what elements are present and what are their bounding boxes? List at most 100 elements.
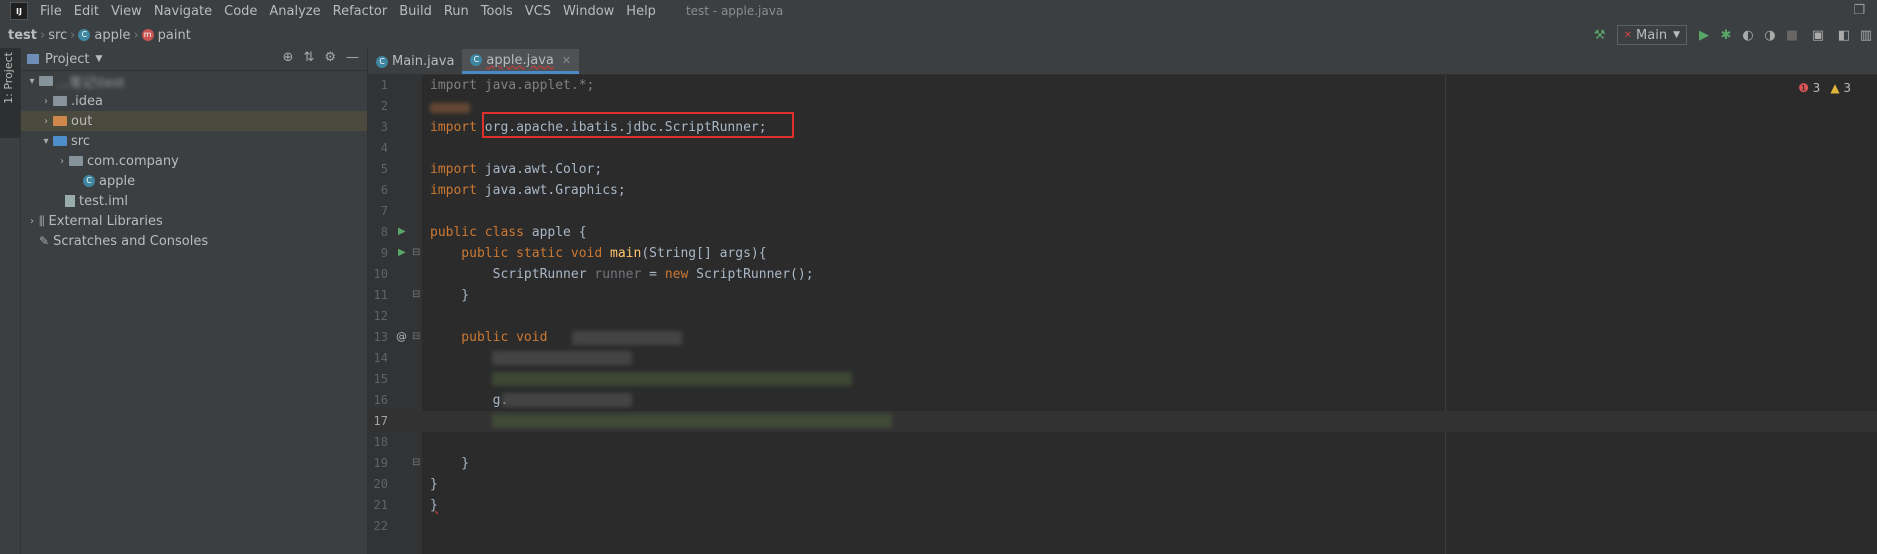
chevron-down-icon[interactable]: ▾: [39, 136, 53, 147]
chevron-down-icon[interactable]: ▼: [95, 54, 102, 64]
close-icon[interactable]: ✕: [562, 54, 571, 67]
main-toolbar: ⚒ ✕ Main ▼ ▶ ✱ ◐ ◑ ■ ▣ ◧ ▥: [1589, 22, 1877, 48]
menu-refactor[interactable]: Refactor: [327, 4, 394, 19]
tab-apple-java[interactable]: C apple.java ✕: [462, 49, 580, 74]
warning-count[interactable]: ▲ 3: [1830, 81, 1851, 95]
coverage-icon[interactable]: ◐: [1737, 24, 1759, 46]
tab-main-java[interactable]: C Main.java: [368, 49, 462, 74]
menu-tools[interactable]: Tools: [475, 4, 519, 19]
menu-window[interactable]: Window: [557, 4, 620, 19]
project-panel-header: Project ▼ ⊕ ⇅ ⚙ —: [21, 48, 367, 71]
line-number: 3: [380, 120, 388, 134]
code-text: (String[] args){: [641, 246, 767, 261]
sidebar-toggle-icon[interactable]: ▥: [1855, 24, 1877, 46]
tree-item-project-root[interactable]: ▾ ...笔记\test: [21, 71, 367, 91]
blurred-code: [430, 103, 470, 113]
caret-line: [422, 411, 1877, 432]
override-at-icon[interactable]: @: [396, 330, 407, 343]
tree-item-package[interactable]: › com.company: [21, 151, 367, 171]
breadcrumb-class[interactable]: apple: [94, 28, 130, 43]
breadcrumb-src[interactable]: src: [48, 28, 67, 43]
keyword: public class: [430, 225, 524, 240]
library-icon: ⫼: [39, 213, 45, 228]
chevron-right-icon[interactable]: ›: [39, 116, 53, 127]
editor-area: C Main.java C apple.java ✕ 1 2 3 4 5 6 7…: [368, 48, 1877, 554]
code-line: import java.awt.Graphics;: [430, 180, 626, 201]
line-number: 19: [373, 456, 388, 470]
chevron-right-icon: ›: [70, 27, 76, 43]
keyword: new: [664, 267, 689, 282]
tree-item-out[interactable]: › out: [21, 111, 367, 131]
menu-code[interactable]: Code: [218, 4, 263, 19]
collapse-all-icon[interactable]: ⇅: [303, 50, 314, 65]
project-tool-tab[interactable]: 1: Project: [0, 48, 20, 138]
code-line: g.: [430, 393, 509, 408]
tab-label: Main.java: [392, 54, 455, 69]
line-number: 7: [380, 204, 388, 218]
fold-icon[interactable]: ⊟: [412, 247, 420, 258]
sdk-icon[interactable]: ◧: [1833, 24, 1855, 46]
chevron-right-icon[interactable]: ›: [55, 156, 69, 167]
project-structure-icon[interactable]: ▣: [1803, 24, 1833, 46]
breadcrumb: test › src › C apple › m paint: [0, 28, 191, 43]
line-number: 1: [380, 78, 388, 92]
class-icon: C: [78, 29, 91, 41]
line-number: 13: [373, 330, 388, 344]
fold-icon[interactable]: ⊟: [412, 289, 420, 300]
code-line: import java.awt.Color;: [430, 159, 602, 180]
line-number: 22: [373, 519, 388, 533]
project-panel-title[interactable]: Project: [45, 52, 89, 67]
tree-item-external-libraries[interactable]: › ⫼ External Libraries: [21, 211, 367, 231]
run-gutter-icon[interactable]: ▶: [398, 247, 406, 258]
menu-vcs[interactable]: VCS: [519, 4, 557, 19]
menu-view[interactable]: View: [105, 4, 148, 19]
fold-icon[interactable]: ⊟: [412, 331, 420, 342]
debug-icon[interactable]: ✱: [1715, 24, 1737, 46]
menu-edit[interactable]: Edit: [68, 4, 105, 19]
tree-item-apple[interactable]: C apple: [21, 171, 367, 191]
line-number: 16: [373, 393, 388, 407]
tab-label: apple.java: [486, 52, 554, 68]
tree-item-idea[interactable]: › .idea: [21, 91, 367, 111]
menu-analyze[interactable]: Analyze: [263, 4, 326, 19]
menu-help[interactable]: Help: [620, 4, 662, 19]
folder-icon: [39, 76, 53, 86]
stop-icon[interactable]: ■: [1781, 24, 1803, 46]
unused-variable: runner: [594, 267, 642, 282]
breadcrumb-project[interactable]: test: [8, 28, 37, 43]
menu-build[interactable]: Build: [393, 4, 438, 19]
run-icon[interactable]: ▶: [1693, 24, 1715, 46]
locate-icon[interactable]: ⊕: [283, 50, 294, 65]
folder-excluded-icon: [53, 116, 67, 126]
error-count[interactable]: ❶ 3: [1798, 81, 1820, 95]
code-text: ScriptRunner();: [688, 267, 814, 282]
run-gutter-icon[interactable]: ▶: [398, 226, 406, 237]
chevron-right-icon[interactable]: ›: [25, 216, 39, 227]
menu-file[interactable]: File: [34, 4, 68, 19]
tree-item-src[interactable]: ▾ src: [21, 131, 367, 151]
hide-icon[interactable]: —: [346, 50, 359, 65]
inspection-widget[interactable]: ❶ 3 ▲ 3: [1798, 81, 1851, 95]
line-number: 14: [373, 351, 388, 365]
tree-item-scratches[interactable]: ✎ Scratches and Consoles: [21, 231, 367, 251]
blurred-code: [492, 351, 632, 365]
class-icon: C: [470, 54, 483, 66]
line-number: 21: [373, 498, 388, 512]
build-hammer-icon[interactable]: ⚒: [1589, 24, 1611, 46]
chevron-down-icon[interactable]: ▾: [25, 76, 39, 87]
code-editor[interactable]: import java.applet.*; import org.apache.…: [422, 75, 1877, 554]
menu-navigate[interactable]: Navigate: [148, 4, 218, 19]
breadcrumb-method[interactable]: paint: [158, 28, 191, 43]
chevron-right-icon[interactable]: ›: [39, 96, 53, 107]
project-view-icon: [27, 54, 39, 64]
warning-count-value: 3: [1843, 81, 1851, 95]
menu-run[interactable]: Run: [438, 4, 475, 19]
tree-label: External Libraries: [48, 213, 163, 229]
gear-icon[interactable]: ⚙: [324, 50, 336, 65]
fold-icon[interactable]: ⊟: [412, 457, 420, 468]
chevron-right-icon: ›: [39, 27, 46, 43]
restore-window-icon[interactable]: ❐: [1853, 3, 1865, 18]
run-config-select[interactable]: ✕ Main ▼: [1616, 25, 1687, 45]
profile-icon[interactable]: ◑: [1759, 24, 1781, 46]
tree-item-iml[interactable]: test.iml: [21, 191, 367, 211]
